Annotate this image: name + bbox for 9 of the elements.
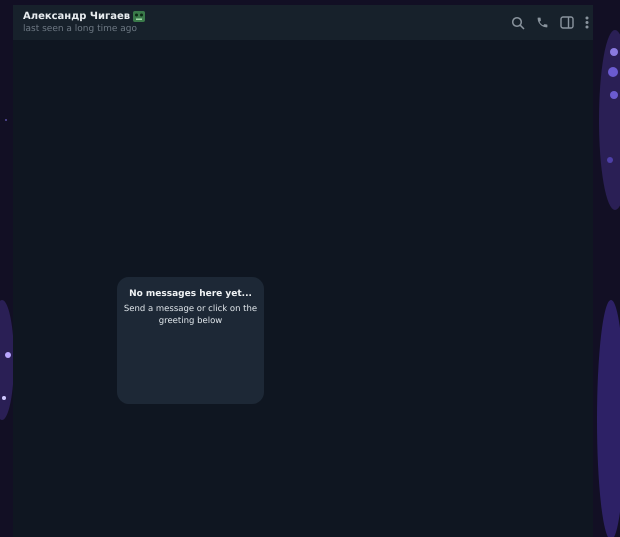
sidebar-toggle-icon[interactable] bbox=[560, 16, 574, 29]
empty-chat-title: No messages here yet... bbox=[129, 288, 252, 301]
phone-icon[interactable] bbox=[536, 16, 549, 29]
search-icon[interactable] bbox=[511, 16, 525, 30]
more-options-icon[interactable] bbox=[585, 16, 589, 29]
alien-icon bbox=[132, 10, 146, 23]
contact-name[interactable]: Александр Чигаев bbox=[23, 10, 130, 23]
empty-chat-hint: Send a message or click on the greeting below bbox=[123, 303, 258, 327]
last-seen-status: last seen a long time ago bbox=[23, 23, 138, 35]
